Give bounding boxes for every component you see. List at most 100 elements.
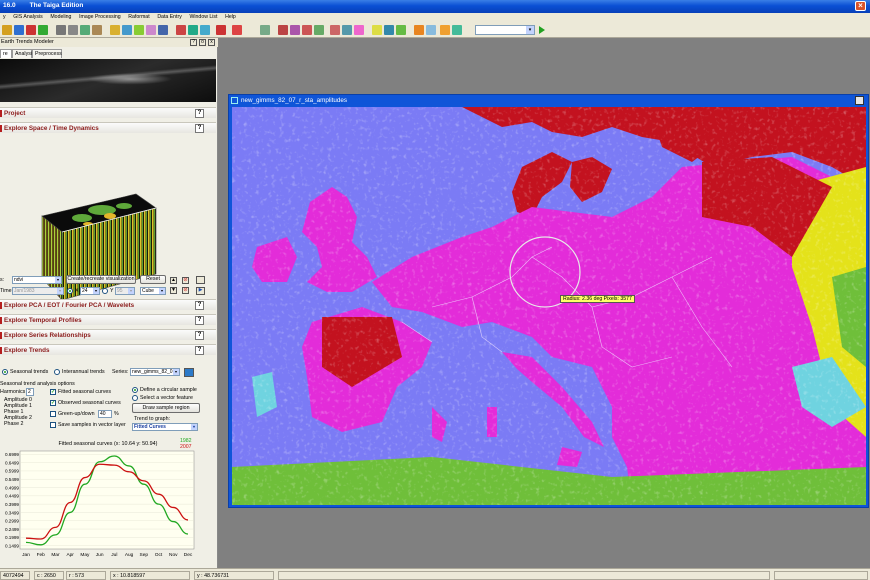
x-tick-label: Apr <box>66 552 74 558</box>
harmonics-input[interactable]: 2 <box>26 388 34 396</box>
composite-icon[interactable] <box>38 25 48 35</box>
help-icon[interactable]: ? <box>195 124 204 133</box>
edit-icon[interactable] <box>372 25 382 35</box>
section-trends[interactable]: Explore Trends ? <box>0 344 216 355</box>
menu-item-modeling[interactable]: Modeling <box>47 13 74 20</box>
nav-clear-icon[interactable]: ⊘ <box>182 277 189 284</box>
time-select[interactable]: Jan/1983 ▾ <box>12 287 64 295</box>
info-icon[interactable] <box>158 25 168 35</box>
greenup-input[interactable]: 40 <box>98 410 112 418</box>
reclass-icon[interactable] <box>302 25 312 35</box>
section-space-time[interactable]: Explore Space / Time Dynamics ? <box>0 122 216 133</box>
series-select[interactable]: ndvi ▾ <box>12 276 62 284</box>
mode-select[interactable]: Cube ▾ <box>140 287 166 295</box>
panel-close-button[interactable]: x <box>208 39 215 46</box>
section-temporal[interactable]: Explore Temporal Profiles ? <box>0 314 216 325</box>
panel-tabs: re Analysis Preprocess <box>0 49 218 58</box>
menu-item-window-list[interactable]: Window List <box>187 13 221 20</box>
tab-preprocess[interactable]: Preprocess <box>32 49 62 58</box>
section-pca[interactable]: Explore PCA / EOT / Fourier PCA / Wavele… <box>0 299 216 310</box>
open-icon[interactable] <box>2 25 12 35</box>
vector-feature-radio[interactable] <box>132 395 138 401</box>
refresh-icon[interactable] <box>188 25 198 35</box>
model-icon[interactable] <box>452 25 462 35</box>
layer-icon[interactable] <box>110 25 120 35</box>
palette-icon[interactable] <box>414 25 424 35</box>
tab-explore[interactable]: re <box>0 49 12 58</box>
help-icon[interactable] <box>200 25 210 35</box>
digitize-icon[interactable] <box>176 25 186 35</box>
histogram-icon[interactable] <box>278 25 288 35</box>
section-series[interactable]: Explore Series Relationships ? <box>0 329 216 340</box>
help-icon[interactable]: ? <box>195 301 204 310</box>
section-project[interactable]: Project ? <box>0 107 216 118</box>
shortcut-icon[interactable] <box>426 25 436 35</box>
nav-up-icon[interactable]: ▲ <box>170 277 177 284</box>
observed-curves-checkbox[interactable]: ✓ <box>50 400 56 406</box>
interannual-trends-radio[interactable] <box>54 369 60 375</box>
menu-item-file[interactable]: y <box>0 13 9 20</box>
greenup-checkbox[interactable] <box>50 411 56 417</box>
close-button[interactable]: × <box>855 1 866 11</box>
map-window[interactable]: new_gimms_82_07_r_sta_amplitudes <box>228 94 869 508</box>
save-icon[interactable] <box>14 25 24 35</box>
feature-icon[interactable] <box>146 25 156 35</box>
play-icon[interactable]: ▶ <box>196 287 205 295</box>
link-icon[interactable] <box>260 25 270 35</box>
y-select[interactable]: 95 ▾ <box>115 287 135 295</box>
save-samples-checkbox[interactable] <box>50 422 56 428</box>
x-select[interactable]: 24 ▾ <box>80 287 100 295</box>
query-icon[interactable] <box>122 25 132 35</box>
assign-icon[interactable] <box>384 25 394 35</box>
amplitude-map[interactable] <box>232 107 866 505</box>
measure-icon[interactable] <box>134 25 144 35</box>
menu-item-image-processing[interactable]: Image Processing <box>76 13 124 20</box>
distance-icon[interactable] <box>342 25 352 35</box>
zoom-in-icon[interactable] <box>56 25 66 35</box>
help-icon[interactable]: ? <box>195 331 204 340</box>
macro-icon[interactable] <box>396 25 406 35</box>
earth-icon[interactable] <box>440 25 450 35</box>
chevron-down-icon: ▾ <box>93 288 99 294</box>
play-icon[interactable] <box>539 26 545 34</box>
stats-icon[interactable] <box>290 25 300 35</box>
snapshot-icon[interactable] <box>196 276 205 284</box>
panel-help-button[interactable]: ? <box>190 39 197 46</box>
trend-series-select[interactable]: new_gimms_82_0 ▾ <box>130 368 180 376</box>
chevron-down-icon[interactable]: ▾ <box>526 26 534 34</box>
shortcut-combo[interactable]: ▾ <box>475 25 535 35</box>
zoom-out-icon[interactable] <box>68 25 78 35</box>
menu-item-raformat[interactable]: Raformat <box>125 13 152 20</box>
help-icon[interactable]: ? <box>195 109 204 118</box>
menu-item-gis-analysis[interactable]: GIS Analysis <box>10 13 45 20</box>
delete-icon[interactable] <box>232 25 242 35</box>
menu-item-help[interactable]: Help <box>222 13 239 20</box>
reset-button[interactable]: Reset <box>140 275 166 284</box>
minimize-button[interactable] <box>855 96 864 105</box>
overlay-icon[interactable] <box>314 25 324 35</box>
y-radio[interactable] <box>102 288 108 294</box>
display-icon[interactable] <box>26 25 36 35</box>
menu-item-data-entry[interactable]: Data Entry <box>154 13 185 20</box>
nav-down-icon[interactable]: ▼ <box>170 287 177 294</box>
help-icon[interactable]: ? <box>195 316 204 325</box>
zoom-window-icon[interactable] <box>80 25 90 35</box>
filter-icon[interactable] <box>330 25 340 35</box>
move-icon[interactable] <box>216 25 226 35</box>
sample-tooltip: Radius: 2.36 deg Pixels: 3577 <box>560 295 635 303</box>
fitted-curves-checkbox[interactable]: ✓ <box>50 389 56 395</box>
browse-icon[interactable] <box>184 368 194 377</box>
help-icon[interactable]: ? <box>195 346 204 355</box>
status-y: y : 48.736731 <box>194 571 274 580</box>
seasonal-trends-radio[interactable] <box>2 369 8 375</box>
tab-analysis[interactable]: Analysis <box>12 49 35 58</box>
x-radio[interactable] <box>67 288 73 294</box>
panel-minimize-button[interactable]: o <box>199 39 206 46</box>
nav-stop-icon[interactable]: ⊘ <box>182 287 189 294</box>
circular-sample-radio[interactable] <box>132 387 138 393</box>
create-visualization-button[interactable]: Create/recreate visualization <box>66 275 136 284</box>
surface-icon[interactable] <box>354 25 364 35</box>
draw-sample-button[interactable]: Draw sample region <box>132 403 200 413</box>
pan-icon[interactable] <box>92 25 102 35</box>
trend-to-graph-select[interactable]: Fitted Curves ▾ <box>132 423 198 431</box>
